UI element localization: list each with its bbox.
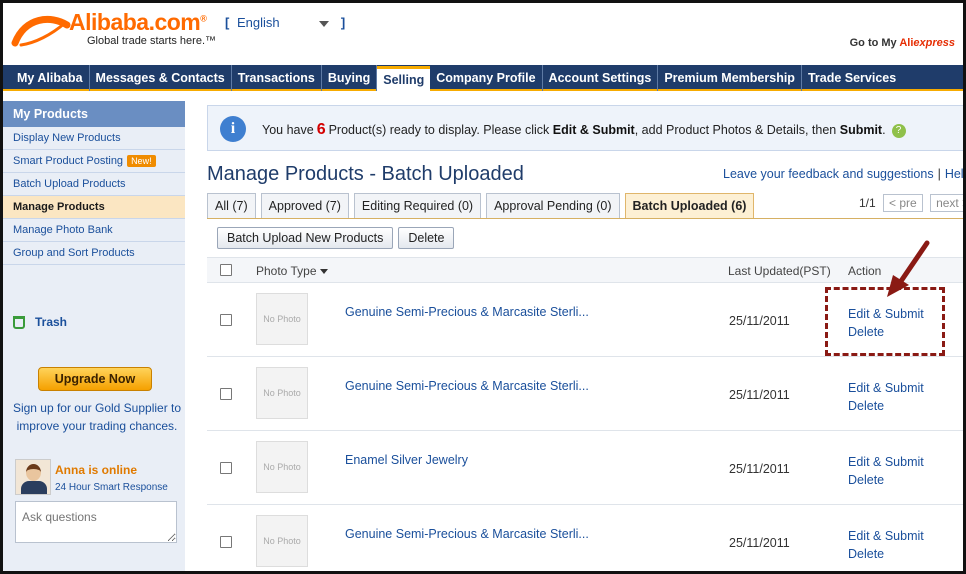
logo-tagline: Global trade starts here.™ bbox=[87, 35, 217, 47]
info-icon: i bbox=[220, 116, 246, 142]
no-photo-placeholder: No Photo bbox=[256, 367, 308, 419]
table-row: No Photo Genuine Semi-Precious & Marcasi… bbox=[207, 505, 963, 571]
agent-response-note: 24 Hour Smart Response bbox=[55, 482, 168, 493]
site-header: Alibaba.com® Global trade starts here.™ … bbox=[3, 3, 963, 65]
page-indicator: 1/1 bbox=[859, 196, 876, 210]
product-name-link[interactable]: Genuine Semi-Precious & Marcasite Sterli… bbox=[345, 379, 589, 393]
nav-item-account-settings[interactable]: Account Settings bbox=[543, 65, 659, 91]
gold-supplier-signup-link[interactable]: Sign up for our Gold Supplier to improve… bbox=[9, 399, 185, 435]
screenshot-frame: Alibaba.com® Global trade starts here.™ … bbox=[0, 0, 966, 574]
bulk-actions: Batch Upload New Products Delete bbox=[217, 227, 459, 249]
no-photo-placeholder: No Photo bbox=[256, 293, 308, 345]
new-badge: New! bbox=[127, 155, 156, 168]
next-page-button[interactable]: next > bbox=[930, 194, 963, 212]
sidebar-item-manage-photo-bank[interactable]: Manage Photo Bank bbox=[3, 219, 185, 242]
feedback-links: Leave your feedback and suggestions|Help bbox=[723, 167, 963, 181]
annotation-arrow-icon bbox=[887, 240, 930, 297]
help-icon[interactable]: ? bbox=[891, 123, 906, 138]
delete-link[interactable]: Delete bbox=[848, 397, 924, 415]
no-photo-placeholder: No Photo bbox=[256, 515, 308, 567]
trash-icon bbox=[13, 316, 25, 330]
tab-underline bbox=[207, 218, 963, 219]
edit-submit-link[interactable]: Edit & Submit bbox=[848, 453, 924, 471]
tab-batch-uploaded[interactable]: Batch Uploaded (6) bbox=[624, 193, 755, 219]
product-name-link[interactable]: Genuine Semi-Precious & Marcasite Sterli… bbox=[345, 527, 589, 541]
logo-wordmark: Alibaba.com® bbox=[69, 9, 207, 35]
row-actions: Edit & Submit Delete bbox=[848, 453, 924, 489]
status-tabs: All (7) Approved (7) Editing Required (0… bbox=[207, 193, 759, 219]
table-header: Photo Type Last Updated(PST) Action bbox=[207, 257, 963, 283]
row-actions: Edit & Submit Delete bbox=[848, 379, 924, 415]
tab-approval-pending[interactable]: Approval Pending (0) bbox=[486, 193, 620, 219]
product-name-link[interactable]: Enamel Silver Jewelry bbox=[345, 453, 468, 467]
action-header: Action bbox=[848, 264, 882, 278]
row-actions: Edit & Submit Delete bbox=[848, 527, 924, 563]
no-photo-placeholder: No Photo bbox=[256, 441, 308, 493]
help-link[interactable]: Help bbox=[945, 167, 963, 181]
pagination: 1/1 < pre next > bbox=[859, 194, 963, 212]
nav-item-transactions[interactable]: Transactions bbox=[232, 65, 322, 91]
language-selector[interactable]: [ English ] bbox=[225, 15, 345, 30]
delete-link[interactable]: Delete bbox=[848, 545, 924, 563]
alibaba-smile-icon bbox=[11, 15, 71, 47]
nav-item-my-alibaba[interactable]: My Alibaba bbox=[11, 65, 90, 91]
sidebar-item-smart-product-posting[interactable]: Smart Product Posting New! bbox=[3, 150, 185, 173]
sidebar: My Products Display New Products Smart P… bbox=[3, 101, 185, 571]
language-value: English bbox=[236, 15, 280, 30]
photo-type-sort[interactable]: Photo Type bbox=[256, 264, 328, 278]
notice-banner: i You have 6 Product(s) ready to display. … bbox=[207, 105, 963, 151]
row-checkbox[interactable] bbox=[220, 536, 232, 548]
product-name-link[interactable]: Genuine Semi-Precious & Marcasite Sterli… bbox=[345, 305, 589, 319]
nav-item-selling[interactable]: Selling bbox=[377, 66, 431, 91]
last-updated-date: 25/11/2011 bbox=[729, 536, 790, 550]
sort-caret-icon bbox=[319, 269, 328, 275]
last-updated-date: 25/11/2011 bbox=[729, 462, 790, 476]
goto-aliexpress-link[interactable]: Go to My Aliexpress bbox=[850, 37, 955, 49]
row-checkbox[interactable] bbox=[220, 388, 232, 400]
batch-upload-new-products-button[interactable]: Batch Upload New Products bbox=[217, 227, 394, 249]
agent-avatar bbox=[15, 459, 51, 495]
tab-approved[interactable]: Approved (7) bbox=[260, 193, 349, 219]
notice-message: You have 6 Product(s) ready to display. Pl… bbox=[262, 121, 906, 139]
feedback-link[interactable]: Leave your feedback and suggestions bbox=[723, 167, 934, 181]
main-nav: My Alibaba Messages & Contacts Transacti… bbox=[3, 65, 963, 91]
sidebar-item-batch-upload-products[interactable]: Batch Upload Products bbox=[3, 173, 185, 196]
upgrade-now-button[interactable]: Upgrade Now bbox=[38, 367, 152, 391]
ask-questions-input[interactable] bbox=[15, 501, 177, 543]
tab-editing-required[interactable]: Editing Required (0) bbox=[353, 193, 482, 219]
nav-item-company-profile[interactable]: Company Profile bbox=[430, 65, 543, 91]
delete-link[interactable]: Delete bbox=[848, 471, 924, 489]
last-updated-date: 25/11/2011 bbox=[729, 314, 790, 328]
nav-item-premium-membership[interactable]: Premium Membership bbox=[658, 65, 802, 91]
delete-button[interactable]: Delete bbox=[398, 227, 455, 249]
nav-item-buying[interactable]: Buying bbox=[322, 65, 378, 91]
sidebar-item-manage-products[interactable]: Manage Products bbox=[3, 196, 185, 219]
sidebar-item-display-new-products[interactable]: Display New Products bbox=[3, 127, 185, 150]
select-all-checkbox[interactable] bbox=[220, 264, 232, 276]
table-row: No Photo Enamel Silver Jewelry 25/11/201… bbox=[207, 431, 963, 505]
page-title: Manage Products - Batch Uploaded bbox=[207, 163, 524, 185]
edit-submit-link[interactable]: Edit & Submit bbox=[848, 379, 924, 397]
table-row: No Photo Genuine Semi-Precious & Marcasi… bbox=[207, 357, 963, 431]
nav-item-trade-services[interactable]: Trade Services bbox=[802, 65, 902, 91]
last-updated-date: 25/11/2011 bbox=[729, 388, 790, 402]
nav-item-messages-contacts[interactable]: Messages & Contacts bbox=[90, 65, 232, 91]
ready-count: 6 bbox=[316, 121, 326, 138]
prev-page-button[interactable]: < pre bbox=[883, 194, 923, 212]
row-checkbox[interactable] bbox=[220, 314, 232, 326]
sidebar-heading: My Products bbox=[3, 101, 185, 127]
sidebar-item-group-sort-products[interactable]: Group and Sort Products bbox=[3, 242, 185, 265]
row-checkbox[interactable] bbox=[220, 462, 232, 474]
agent-online-status[interactable]: Anna is online bbox=[55, 463, 137, 477]
trash-link[interactable]: Trash bbox=[13, 315, 67, 330]
chevron-down-icon bbox=[319, 20, 330, 27]
tab-all[interactable]: All (7) bbox=[207, 193, 256, 219]
last-updated-header: Last Updated(PST) bbox=[728, 264, 831, 278]
edit-submit-link[interactable]: Edit & Submit bbox=[848, 527, 924, 545]
